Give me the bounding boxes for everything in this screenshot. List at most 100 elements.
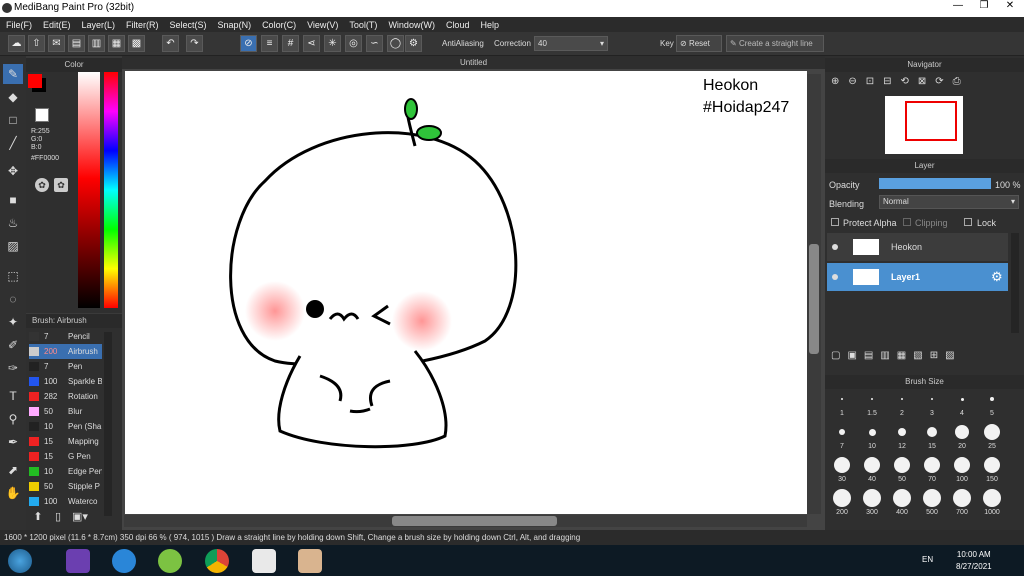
brush-size-option[interactable]: 1000 [978, 489, 1006, 516]
menu-edit[interactable]: Edit(E) [43, 20, 71, 30]
saturation-bar[interactable] [78, 72, 100, 308]
comment-icon[interactable]: ✉ [48, 35, 65, 52]
minimize-icon[interactable]: — [945, 0, 971, 15]
brush-size-option[interactable]: 700 [948, 489, 976, 516]
operation-tool-icon[interactable]: ⬈ [3, 460, 23, 480]
snap-curve-icon[interactable]: ∽ [366, 35, 383, 52]
brush-size-option[interactable]: 25 [978, 423, 1006, 450]
select-tool-icon[interactable]: ⬚ [3, 266, 23, 286]
chrome-icon[interactable] [205, 549, 229, 573]
move-tool-icon[interactable]: ✥ [3, 161, 23, 181]
foreground-color-swatch[interactable] [28, 74, 42, 88]
brush-item[interactable]: 100 Sparkle B [29, 374, 102, 389]
horizontal-scrollbar[interactable] [124, 515, 807, 527]
brush-size-option[interactable]: 500 [918, 489, 946, 516]
eyedropper-tool-icon[interactable]: ✒ [3, 432, 23, 452]
pages-icon[interactable]: ▦ [108, 35, 125, 52]
share-icon[interactable]: ⇧ [28, 35, 45, 52]
snap-parallel-icon[interactable]: ≡ [261, 35, 278, 52]
brush-size-option[interactable]: 1 [828, 390, 856, 417]
gradient-tool-icon[interactable]: ▨ [3, 236, 23, 256]
brush-item[interactable]: 7 Pencil [29, 329, 102, 344]
hand-tool-icon[interactable]: ✋ [3, 483, 23, 503]
brush-size-option[interactable]: 100 [948, 456, 976, 483]
close-icon[interactable]: ✕ [997, 0, 1023, 15]
color-settings-icon[interactable]: ✿ [54, 178, 68, 192]
text-tool-icon[interactable]: T [3, 386, 23, 406]
browser-icon[interactable] [252, 549, 276, 573]
layer-settings-icon[interactable]: ⚙ [991, 269, 1003, 285]
reset-button[interactable]: ⊘ Reset [676, 35, 722, 52]
brush-size-option[interactable]: 50 [888, 456, 916, 483]
maximize-icon[interactable]: ❐ [971, 0, 997, 15]
coc-coc-icon[interactable] [158, 549, 182, 573]
eraser-tool-icon[interactable]: ◆ [3, 87, 23, 107]
brush-size-option[interactable]: 12 [888, 423, 916, 450]
start-button-icon[interactable] [8, 549, 32, 573]
eye-icon[interactable] [832, 244, 838, 250]
bucket-tool-icon[interactable]: ♨ [3, 213, 23, 233]
transparent-color-swatch[interactable] [35, 108, 49, 122]
brush-item[interactable]: 10 Pen (Sha [29, 419, 102, 434]
brush-size-option[interactable]: 40 [858, 456, 886, 483]
lock-checkbox[interactable] [964, 218, 972, 226]
menu-help[interactable]: Help [480, 20, 499, 30]
new-brush-icon[interactable]: ▯ [50, 510, 66, 526]
snap-vanish-icon[interactable]: ⋖ [303, 35, 320, 52]
grid-icon[interactable]: ▩ [128, 35, 145, 52]
document-icon[interactable]: ▤ [68, 35, 85, 52]
brush-item[interactable]: 200 Airbrush [29, 344, 102, 359]
language-indicator[interactable]: EN [922, 555, 933, 564]
layer-row-layer1[interactable]: Layer1 ⚙ [827, 263, 1008, 291]
menu-layer[interactable]: Layer(L) [82, 20, 116, 30]
redo-icon[interactable]: ↷ [186, 35, 203, 52]
page-icon[interactable]: ▥ [88, 35, 105, 52]
line-tool-icon[interactable]: ╱ [3, 133, 23, 153]
brush-size-option[interactable]: 200 [828, 489, 856, 516]
medibang-icon[interactable] [298, 549, 322, 573]
add-brush-icon[interactable]: ⬆ [30, 510, 46, 526]
dot-tool-icon[interactable]: □ [3, 110, 23, 130]
brush-item[interactable]: 10 Edge Pen [29, 464, 102, 479]
straight-line-button[interactable]: ✎ Create a straight line [726, 35, 824, 52]
cloud-icon[interactable]: ☁ [8, 35, 25, 52]
brush-item[interactable]: 50 Blur [29, 404, 102, 419]
magic-wand-tool-icon[interactable]: ✦ [3, 312, 23, 332]
internet-explorer-icon[interactable] [112, 549, 136, 573]
select-pen-tool-icon[interactable]: ✐ [3, 335, 23, 355]
brush-size-option[interactable]: 3 [918, 390, 946, 417]
clipping-checkbox[interactable] [903, 218, 911, 226]
brush-item[interactable]: 15 Mapping [29, 434, 102, 449]
brush-list-scrollbar[interactable] [104, 332, 112, 516]
menu-color[interactable]: Color(C) [262, 20, 296, 30]
brush-size-option[interactable]: 300 [858, 489, 886, 516]
snap-settings-icon[interactable]: ⚙ [405, 35, 422, 52]
brush-size-option[interactable]: 5 [978, 390, 1006, 417]
navigator-toolbar[interactable]: ⊕⊖⊡⊟⟲⊠⟳⎙ [831, 76, 1001, 92]
brush-size-option[interactable]: 150 [978, 456, 1006, 483]
opacity-slider[interactable] [879, 178, 991, 189]
lasso-tool-icon[interactable]: ◌ [3, 289, 23, 309]
brush-item[interactable]: 100 Waterco [29, 494, 102, 509]
vertical-scrollbar[interactable] [807, 74, 821, 514]
brush-item[interactable]: 282 Rotation [29, 389, 102, 404]
menu-file[interactable]: File(F) [6, 20, 32, 30]
canvas-tab[interactable]: Untitled [122, 56, 825, 69]
snap-circle-icon[interactable]: ◎ [345, 35, 362, 52]
menu-select[interactable]: Select(S) [170, 20, 207, 30]
brush-size-option[interactable]: 400 [888, 489, 916, 516]
correction-select[interactable]: 40 ▾ [534, 36, 608, 51]
layer-row-heokon[interactable]: Heokon [827, 233, 1008, 261]
layer-toolbar[interactable]: ▢▣▤▥▦▧⊞▨ [831, 350, 1021, 364]
snap-ellipse-icon[interactable]: ◯ [387, 35, 404, 52]
brush-size-option[interactable]: 4 [948, 390, 976, 417]
brush-size-option[interactable]: 70 [918, 456, 946, 483]
brush-item[interactable]: 15 G Pen [29, 449, 102, 464]
brush-size-option[interactable]: 15 [918, 423, 946, 450]
snap-cross-icon[interactable]: # [282, 35, 299, 52]
hue-slider[interactable] [104, 72, 118, 308]
brush-size-option[interactable]: 20 [948, 423, 976, 450]
divide-tool-icon[interactable]: ⚲ [3, 409, 23, 429]
menu-window[interactable]: Window(W) [388, 20, 435, 30]
blending-select[interactable]: Normal ▾ [879, 195, 1019, 209]
